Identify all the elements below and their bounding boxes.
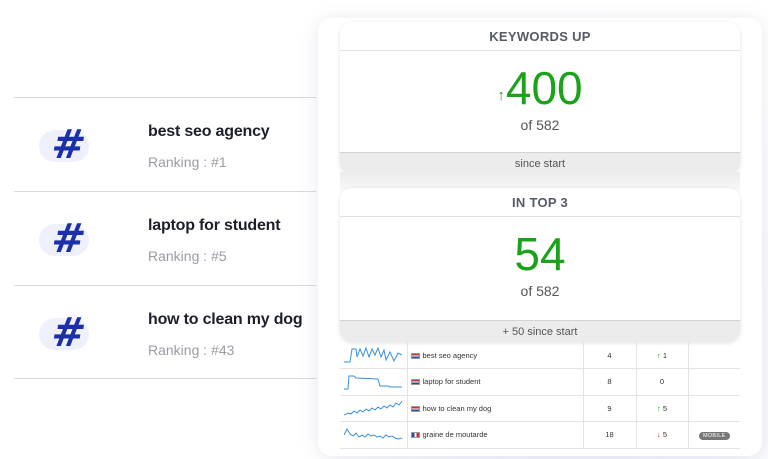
arrow-up-icon: ↑ [497,87,505,104]
rankings-table: best seo agency 4 ↑ 1 laptop for student… [340,342,740,449]
keywords-up-value: ↑400 [340,63,740,121]
stats-card: KEYWORDS UP ↑400 of 582 since start IN T… [318,18,762,456]
keyword-title: how to clean my dog [148,311,303,328]
arrow-up-icon: ↑ [656,403,661,413]
table-device [687,395,740,422]
arrow-up-icon: ↑ [656,350,661,360]
top3-total: of 582 [520,283,560,299]
mobile-badge: MOBILE [698,431,730,440]
panel-title: IN TOP 3 [340,188,740,217]
sparkline-cell [340,395,407,422]
table-keyword: graine de moutarde [422,430,488,440]
table-position: 4 [582,342,636,369]
keyword-ranking: Ranking : #1 [148,154,227,170]
table-position: 18 [582,421,636,449]
keywords-up-number: 400 [505,62,583,114]
us-flag-icon [410,352,420,359]
table-keyword: laptop for student [422,377,481,387]
table-change: 0 [659,377,665,387]
hash-icon: # [48,122,89,168]
table-row[interactable]: laptop for student 8 0 [340,368,740,396]
sparkline-cell [340,342,407,369]
keywords-up-panel: KEYWORDS UP ↑400 of 582 since start [340,22,740,174]
panel-title: KEYWORDS UP [340,22,740,51]
keyword-item[interactable]: # best seo agency Ranking : #1 [14,97,316,191]
table-keyword: how to clean my dog [422,403,492,413]
keyword-title: laptop for student [148,217,281,234]
sparkline-chart [344,375,402,390]
keyword-ranking: Ranking : #5 [148,248,227,264]
top3-value: 54 [514,228,566,280]
table-row[interactable]: best seo agency 4 ↑ 1 [340,342,740,369]
keyword-ranking: Ranking : #43 [148,342,235,358]
table-position: 8 [582,368,636,396]
panel-footer: + 50 since start [340,320,740,342]
hash-icon: # [48,216,89,262]
table-change: 5 [662,430,667,440]
keyword-item[interactable]: # how to clean my dog Ranking : #43 [14,285,316,379]
keyword-title: best seo agency [148,123,270,140]
sparkline-chart [344,400,403,416]
keyword-item[interactable]: # laptop for student Ranking : #5 [14,191,316,285]
table-row[interactable]: graine de moutarde 18 ↓ 5 MOBILE [340,421,740,449]
fr-flag-icon [410,432,420,439]
table-row[interactable]: how to clean my dog 9 ↑ 5 [340,395,740,422]
sparkline-cell [340,368,407,396]
hash-icon: # [48,310,89,356]
arrow-down-icon: ↓ [656,430,661,440]
table-device [687,368,740,396]
keywords-up-total: of 582 [520,117,560,133]
table-change: 5 [662,403,667,413]
us-flag-icon [410,405,420,412]
table-change: 1 [662,350,667,360]
sparkline-chart [344,427,403,440]
table-device [687,342,740,369]
table-position: 9 [582,395,636,422]
sparkline-chart [344,346,403,363]
panel-footer: since start [340,152,740,174]
keyword-list: # best seo agency Ranking : #1 # laptop … [14,97,316,379]
table-keyword: best seo agency [422,350,478,360]
sparkline-cell [340,421,407,449]
us-flag-icon [410,379,420,386]
top3-panel: IN TOP 3 54 of 582 + 50 since start [340,188,740,342]
